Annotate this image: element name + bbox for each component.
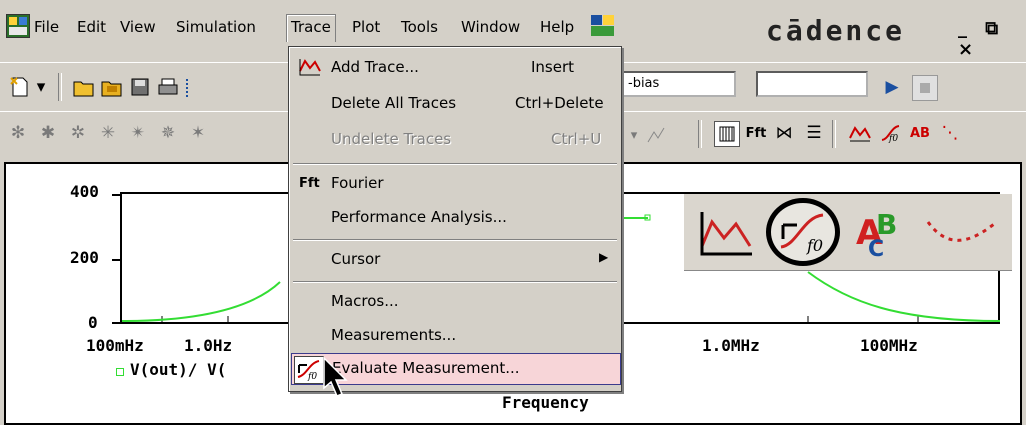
menu-item-label: Delete All Traces xyxy=(331,94,457,112)
toolbar-separator-3 xyxy=(832,120,836,148)
menu-file[interactable]: File xyxy=(34,18,59,36)
trace-menu: Add Trace... Insert Delete All Traces Ct… xyxy=(288,46,622,392)
menu-item-label: Add Trace... xyxy=(331,58,419,76)
menu-item-macros[interactable]: Macros... xyxy=(289,287,621,317)
menu-item-label: Measurements... xyxy=(331,326,457,344)
mdi-app-icon[interactable] xyxy=(590,14,616,38)
open-folder-icon[interactable] xyxy=(72,75,96,99)
menu-item-undelete-traces[interactable]: Undelete Traces Ctrl+U xyxy=(289,125,621,155)
menu-window[interactable]: Window xyxy=(461,18,520,36)
menu-separator xyxy=(293,163,617,165)
menu-item-measurements[interactable]: Measurements... xyxy=(289,321,621,351)
cadence-logo: cādence xyxy=(766,14,906,47)
toolbar-separator xyxy=(58,73,62,101)
menu-item-label: Evaluate Measurement... xyxy=(332,359,520,377)
label-large-icon: ABC xyxy=(854,204,910,262)
toolbar-zoom-callout: f0 ABC xyxy=(684,194,1012,271)
probe-marker-icon[interactable]: ✵ xyxy=(156,121,180,145)
x-tick-label: 100MHz xyxy=(860,336,918,355)
zoom-dropdown-icon[interactable]: ▾ xyxy=(622,123,646,147)
toolbar-separator-2 xyxy=(698,120,702,148)
x-axis-title: Frequency xyxy=(502,393,589,412)
svg-text:f0: f0 xyxy=(307,372,317,381)
save-icon[interactable] xyxy=(128,75,152,99)
app-icon[interactable] xyxy=(6,14,30,38)
run-icon[interactable]: ▶ xyxy=(880,75,904,99)
menu-item-delete-all-traces[interactable]: Delete All Traces Ctrl+Delete xyxy=(289,89,621,119)
probe-power-icon[interactable]: ✳ xyxy=(96,121,120,145)
label-toolbar-icon[interactable]: AB xyxy=(908,121,932,145)
open-project-icon[interactable] xyxy=(100,75,124,99)
menu-separator xyxy=(293,239,617,241)
evaluate-measurement-icon: f0 xyxy=(294,356,324,384)
mark-data-points-icon[interactable]: ⋱ xyxy=(938,121,962,145)
svg-text:f0: f0 xyxy=(806,236,823,255)
menu-plot[interactable]: Plot xyxy=(352,18,380,36)
menu-trace[interactable]: Trace xyxy=(286,14,336,42)
x-tick-label: 1.0MHz xyxy=(702,336,760,355)
x-tick-label: 100mHz xyxy=(86,336,144,355)
mouse-pointer-icon xyxy=(322,356,352,400)
menu-item-add-trace[interactable]: Add Trace... Insert xyxy=(289,53,621,83)
add-trace-large-icon xyxy=(698,208,754,258)
menu-item-label: Cursor xyxy=(331,250,381,268)
menu-item-cursor[interactable]: Cursor ▶ xyxy=(289,245,621,275)
simulation-profile-combo[interactable]: -bias xyxy=(622,71,736,97)
x-tick-label: 1.0Hz xyxy=(184,336,233,355)
trace-line xyxy=(807,271,1001,322)
svg-text:C: C xyxy=(868,237,884,260)
menu-item-label: Fourier xyxy=(331,174,384,192)
menu-item-accelerator: Ctrl+U xyxy=(551,130,602,148)
menu-help[interactable]: Help xyxy=(540,18,574,36)
menu-item-performance-analysis[interactable]: Performance Analysis... xyxy=(289,203,621,233)
probe-current-icon[interactable]: ✲ xyxy=(66,121,90,145)
print-icon[interactable] xyxy=(156,75,180,99)
fit-icon[interactable] xyxy=(644,123,668,147)
submenu-arrow-icon: ▶ xyxy=(599,250,609,264)
svg-text:f0: f0 xyxy=(888,134,898,143)
probe-voltage-icon[interactable]: ✱ xyxy=(36,121,60,145)
toggle-bar-icon[interactable] xyxy=(714,121,740,147)
mark-points-large-icon xyxy=(924,212,1000,252)
add-trace-icon xyxy=(299,57,321,77)
profile-combo-secondary[interactable] xyxy=(756,71,868,97)
window-controls[interactable]: _ ⧉ × xyxy=(958,18,1026,60)
y-tick-label: 200 xyxy=(70,248,99,267)
trace-line xyxy=(121,281,281,322)
toolbar-grip xyxy=(186,79,192,97)
new-dropdown-icon[interactable]: ▾ xyxy=(34,75,48,99)
y-tick-label: 400 xyxy=(70,182,99,201)
menu-item-fourier[interactable]: Fft Fourier xyxy=(289,169,621,199)
legend-marker xyxy=(116,368,124,376)
evaluate-measurement-toolbar-icon[interactable]: f0 xyxy=(878,121,902,145)
pause-icon[interactable] xyxy=(912,75,938,101)
evaluate-measurement-large-icon: f0 xyxy=(766,198,840,266)
add-trace-toolbar-icon[interactable] xyxy=(848,121,872,145)
menu-item-label: Performance Analysis... xyxy=(331,208,507,226)
menu-view[interactable]: View xyxy=(120,18,156,36)
fft-icon[interactable]: Fft xyxy=(744,121,768,145)
eye-diagram-icon[interactable]: ⋈ xyxy=(772,121,796,145)
menu-simulation[interactable]: Simulation xyxy=(176,18,256,36)
menu-separator xyxy=(293,281,617,283)
menu-edit[interactable]: Edit xyxy=(77,18,106,36)
menu-item-label: Undelete Traces xyxy=(331,130,452,148)
probe-icon[interactable]: ✻ xyxy=(6,121,30,145)
probe-diff-icon[interactable]: ✴ xyxy=(126,121,150,145)
menu-item-label: Macros... xyxy=(331,292,399,310)
new-file-icon[interactable] xyxy=(8,75,32,99)
menu-tools[interactable]: Tools xyxy=(401,18,438,36)
y-tick-label: 0 xyxy=(88,313,98,332)
fourier-icon: Fft xyxy=(299,176,320,191)
probe-extra-icon[interactable]: ✶ xyxy=(186,121,210,145)
menu-item-accelerator: Insert xyxy=(531,58,575,76)
table-icon[interactable]: ☰ xyxy=(802,121,826,145)
menu-item-accelerator: Ctrl+Delete xyxy=(515,94,604,112)
legend-label[interactable]: V(out)/ V( xyxy=(130,360,226,379)
